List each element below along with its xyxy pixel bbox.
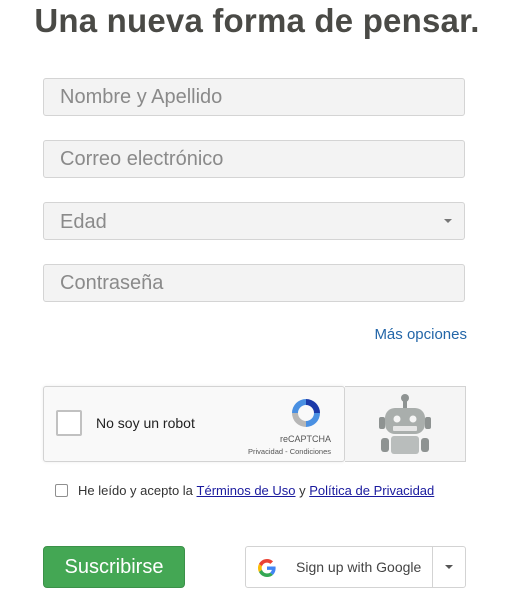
- terms-checkbox[interactable]: [55, 484, 68, 497]
- terms-prefix: He leído y acepto la: [78, 483, 197, 498]
- page-title: Una nueva forma de pensar.: [34, 2, 480, 39]
- name-field-wrapper: [43, 78, 465, 116]
- age-select-label: Edad: [60, 211, 107, 233]
- recaptcha-link-separator: -: [283, 447, 290, 456]
- age-select[interactable]: Edad: [43, 202, 465, 240]
- recaptcha-terms-link[interactable]: Condiciones: [290, 447, 331, 456]
- password-input[interactable]: [44, 265, 464, 301]
- password-field-wrapper: [43, 264, 465, 302]
- terms-agreement: He leído y acepto la Términos de Uso y P…: [55, 483, 434, 498]
- email-field-wrapper: [43, 140, 465, 178]
- recaptcha-brand: reCAPTCHA: [279, 434, 331, 444]
- name-input[interactable]: [44, 79, 464, 115]
- google-signup-group: Sign up with Google: [245, 546, 466, 588]
- email-input[interactable]: [44, 141, 464, 177]
- recaptcha-checkbox[interactable]: [56, 410, 82, 436]
- subscribe-button[interactable]: Suscribirse: [43, 546, 185, 588]
- google-options-dropdown[interactable]: [432, 547, 466, 587]
- chevron-down-icon: [444, 219, 452, 223]
- google-signup-button[interactable]: Sign up with Google: [246, 547, 432, 587]
- robot-illustration: [345, 386, 466, 462]
- recaptcha-links: Privacidad - Condiciones: [248, 447, 331, 456]
- robot-icon: [379, 394, 431, 454]
- google-signup-label: Sign up with Google: [296, 559, 422, 575]
- recaptcha-logo-icon: [288, 395, 324, 436]
- recaptcha-widget: No soy un robot reCAPTCHA Privacidad - C…: [43, 386, 345, 462]
- more-options-link[interactable]: Más opciones: [374, 326, 467, 343]
- google-icon: [258, 559, 276, 577]
- recaptcha-label: No soy un robot: [96, 415, 195, 431]
- terms-of-use-link[interactable]: Términos de Uso: [197, 483, 296, 498]
- chevron-down-icon: [445, 565, 453, 569]
- privacy-policy-link[interactable]: Política de Privacidad: [309, 483, 434, 498]
- recaptcha-privacy-link[interactable]: Privacidad: [248, 447, 283, 456]
- terms-joiner: y: [295, 483, 310, 498]
